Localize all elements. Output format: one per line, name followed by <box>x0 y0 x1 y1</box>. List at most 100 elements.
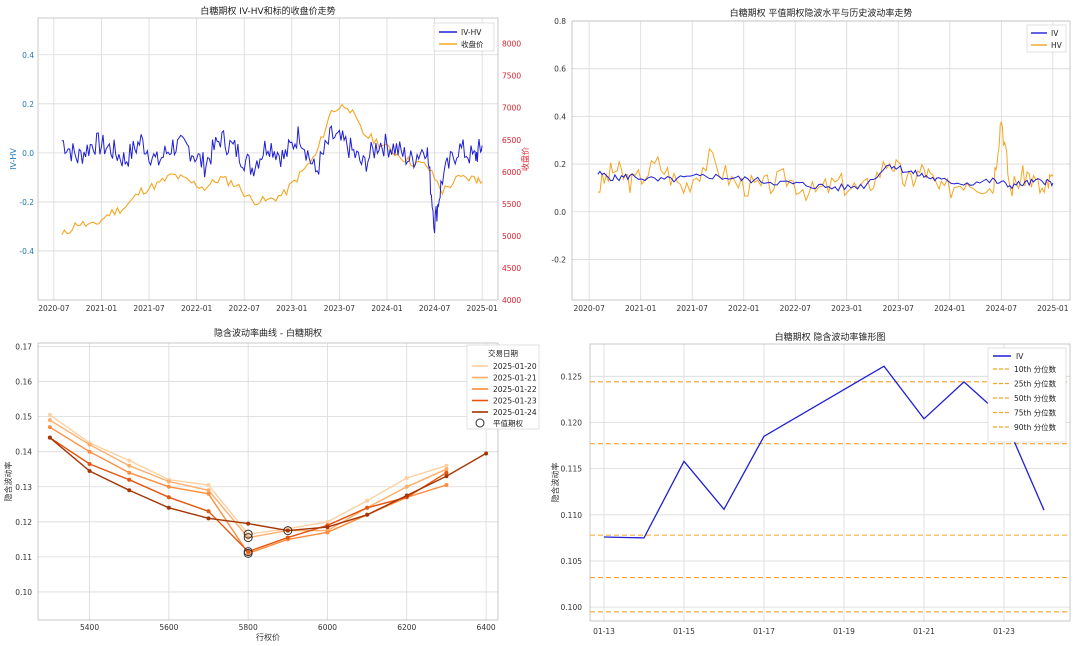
chart3-legend-label: 2025-01-23 <box>493 397 537 406</box>
chart3-title: 隐含波动率曲线 - 白糖期权 <box>214 327 322 339</box>
chart3-point <box>365 505 370 510</box>
chart3-x-tick: 5400 <box>80 623 99 632</box>
chart4-legend-label: 10th 分位数 <box>1014 364 1057 374</box>
chart2-x-tick: 2024-07 <box>986 304 1018 313</box>
chart4-legend-label: 90th 分位数 <box>1014 422 1057 432</box>
chart1-x-tick: 2024-07 <box>419 304 451 313</box>
chart3-point <box>484 451 489 456</box>
chart2-legend-label: IV <box>1051 29 1059 38</box>
chart3-point <box>444 470 449 475</box>
chart3-x-tick: 5600 <box>159 623 178 632</box>
chart1-y2-tick: 4500 <box>502 264 521 273</box>
chart4-series-iv <box>603 365 1045 539</box>
chart2-x-tick: 2022-07 <box>780 304 812 313</box>
chart3-point <box>127 458 132 463</box>
chart2-frame <box>571 20 1071 301</box>
chart1-y2-tick: 6000 <box>502 168 521 177</box>
chart3-point <box>444 474 449 479</box>
chart3-point <box>166 479 171 484</box>
chart3-point <box>325 519 330 524</box>
chart2-x-tick: 2025-01 <box>1037 304 1069 313</box>
chart4-x-tick: 01-13 <box>593 627 615 636</box>
chart3-y-tick: 0.10 <box>15 588 32 597</box>
chart3-point <box>246 521 251 526</box>
chart4-y-tick: 0.120 <box>561 418 583 427</box>
chart3-point <box>87 449 92 454</box>
chart1-y-tick: -0.4 <box>19 247 34 256</box>
chart1-y-tick: 0.0 <box>22 149 34 158</box>
chart4-x-tick: 01-23 <box>993 627 1015 636</box>
chart-canvas: 白糖期权 IV-HV和标的收盘价走势 2020-07 2021-01 2021-07 2… <box>3 5 1071 642</box>
chart3-x-tick: 6200 <box>397 623 416 632</box>
chart1-y2label: 收盘价 <box>520 147 530 171</box>
chart2-x-tick: 2021-01 <box>625 304 657 313</box>
chart3-point <box>325 525 330 530</box>
chart1-y-tick: 0.2 <box>22 100 34 109</box>
chart1-x-tick: 2022-07 <box>229 304 261 313</box>
chart4-y-tick: 0.110 <box>561 511 583 520</box>
chart4-y-tick: 0.115 <box>561 465 583 474</box>
chart3-point <box>246 549 251 554</box>
chart3-point <box>127 470 132 475</box>
chart3-point <box>365 512 370 517</box>
chart3-point <box>206 483 211 488</box>
chart1-x-tick: 2023-07 <box>324 304 356 313</box>
chart2-y-tick: 0.6 <box>554 65 566 74</box>
chart4-title: 白糖期权 隐含波动率锥形图 <box>775 331 886 343</box>
chart3-point <box>365 498 370 503</box>
chart3-legend-label: 2025-01-22 <box>493 385 537 394</box>
chart3-point <box>206 491 211 496</box>
chart3-point <box>47 418 52 423</box>
chart3-point <box>166 484 171 489</box>
chart3-point <box>206 488 211 493</box>
chart3-point <box>127 477 132 482</box>
chart4-ylabel: 隐含波动率 <box>550 463 560 503</box>
chart3-point <box>285 535 290 540</box>
chart3-point <box>206 516 211 521</box>
chart2-y-tick: 0.4 <box>554 112 566 121</box>
chart3-point <box>444 467 449 472</box>
chart2-y-tick: 0.0 <box>554 208 566 217</box>
chart3-legend-label: 平值期权 <box>493 418 523 428</box>
chart4-x-tick: 01-21 <box>913 627 935 636</box>
chart3-point <box>285 528 290 533</box>
chart2-x-tick: 2023-07 <box>883 304 915 313</box>
chart1-y2-tick: 5500 <box>502 200 521 209</box>
chart1-y2-tick: 4000 <box>502 296 521 305</box>
chart4-legend-label: IV <box>1016 352 1024 361</box>
chart4-legend-label: 25th 分位数 <box>1014 379 1057 389</box>
chart3-point <box>87 442 92 447</box>
chart2-x-tick: 2022-01 <box>728 304 760 313</box>
chart1-y-tick: -0.2 <box>19 198 34 207</box>
chart3-x-tick: 6400 <box>477 623 496 632</box>
chart2-x-tick: 2021-07 <box>677 304 709 313</box>
chart1-x-tick: 2020-07 <box>38 304 70 313</box>
chart4-x-tick: 01-15 <box>673 627 695 636</box>
chart2-x-tick: 2023-01 <box>831 304 863 313</box>
chart2-legend-label: HV <box>1051 41 1063 50</box>
chart3-y-tick: 0.11 <box>15 553 32 562</box>
chart3-point <box>47 412 52 417</box>
chart3-point <box>127 488 132 493</box>
chart3-frame <box>37 342 499 621</box>
chart1-y2-tick: 8000 <box>502 40 521 49</box>
chart3-point <box>444 483 449 488</box>
chart1-y2-tick: 7000 <box>502 104 521 113</box>
chart3-point <box>404 475 409 480</box>
chart2-y-tick: 0.8 <box>554 17 566 26</box>
chart3-point <box>87 468 92 473</box>
chart1-frame <box>37 17 499 301</box>
chart1-x-tick: 2023-01 <box>276 304 308 313</box>
chart3-legend-label: 2025-01-24 <box>493 408 537 417</box>
chart3-y-tick: 0.17 <box>15 343 32 352</box>
chart1-x-tick: 2022-01 <box>181 304 213 313</box>
chart3-legend-label: 2025-01-21 <box>493 374 537 383</box>
chart1-series-close <box>61 103 483 235</box>
chart3-y-tick: 0.12 <box>15 518 32 527</box>
chart3-legend-title: 交易日期 <box>488 348 518 358</box>
chart2-x-tick: 2020-07 <box>574 304 606 313</box>
chart3-point <box>87 461 92 466</box>
chart2-y-tick: -0.2 <box>551 255 566 264</box>
chart3-point <box>206 509 211 514</box>
chart3-y-tick: 0.15 <box>15 413 32 422</box>
